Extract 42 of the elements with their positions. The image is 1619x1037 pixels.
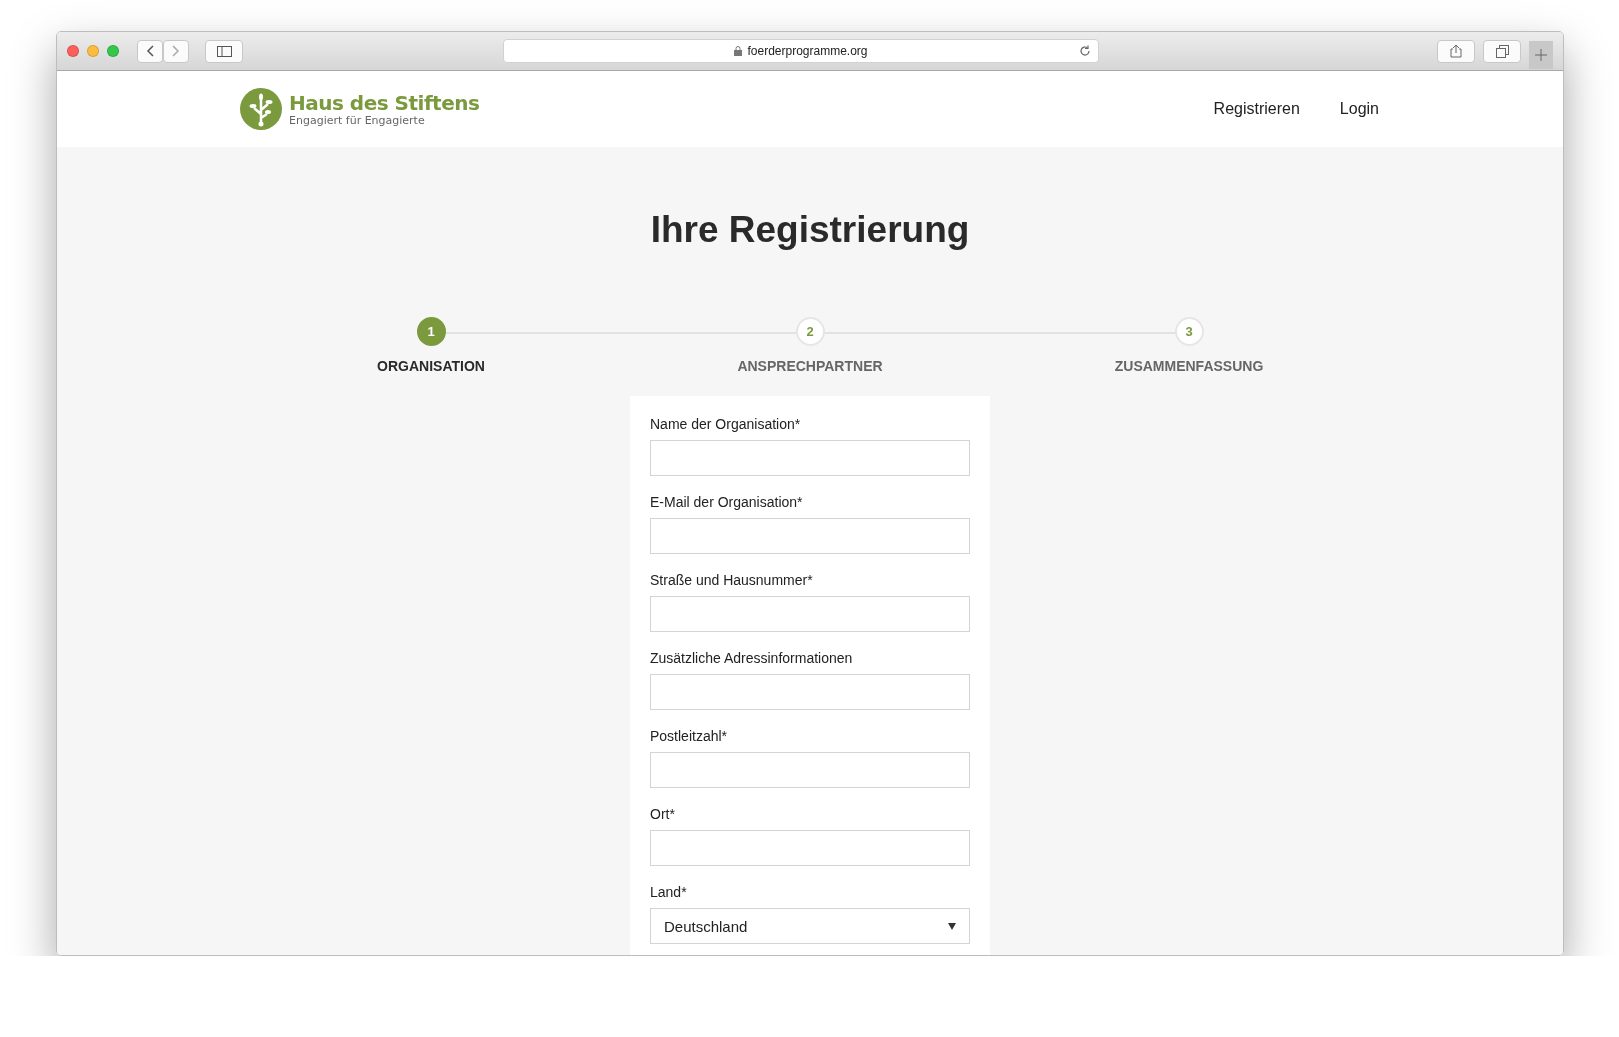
lock-icon	[734, 46, 743, 56]
back-button[interactable]	[137, 39, 163, 63]
page-title: Ihre Registrierung	[650, 209, 970, 251]
step-label: ORGANISATION	[377, 358, 485, 374]
tabs-icon	[1495, 44, 1509, 58]
caret-icon	[948, 922, 956, 930]
step-label: ZUSAMMENFASSUNG	[1114, 358, 1264, 374]
address-bar[interactable]: foerderprogramme.org	[503, 39, 1099, 63]
plus-icon	[1535, 49, 1547, 61]
input-field[interactable]	[650, 596, 970, 632]
chevron-left-icon	[146, 45, 154, 57]
share-button[interactable]	[1437, 39, 1475, 63]
logo-title: Haus des Stiftens	[289, 91, 480, 114]
input-field[interactable]	[650, 674, 970, 710]
field-label: Zusätzliche Adressinformationen	[650, 650, 854, 666]
chevron-right-icon	[172, 45, 180, 57]
sidebar-icon	[216, 45, 232, 57]
input-field[interactable]	[650, 752, 970, 788]
close-window-button[interactable]	[67, 45, 79, 57]
field-label: Name der Organisation*	[650, 416, 802, 432]
share-icon	[1450, 44, 1462, 58]
sidebar-button[interactable]	[205, 39, 243, 63]
forward-button[interactable]	[163, 39, 189, 63]
field-label: Ort*	[650, 806, 676, 822]
zoom-window-button[interactable]	[107, 45, 119, 57]
new-tab-button[interactable]	[1529, 41, 1553, 69]
minimize-window-button[interactable]	[87, 45, 99, 57]
logo-tagline: Engagiert für Engagierte	[289, 113, 426, 127]
nav-link[interactable]: Login	[1339, 100, 1379, 118]
field-label: Straße und Hausnummer*	[650, 572, 814, 588]
input-field[interactable]	[650, 518, 970, 554]
input-field[interactable]	[650, 830, 970, 866]
field-label: E-Mail der Organisation*	[650, 494, 804, 510]
select-field[interactable]: Deutschland	[650, 908, 970, 944]
field-label: Postleitzahl*	[650, 728, 729, 744]
step-label: ANSPRECHPARTNER	[737, 358, 883, 374]
input-field[interactable]	[650, 440, 970, 476]
tabs-button[interactable]	[1483, 39, 1521, 63]
field-label: Land*	[650, 884, 688, 900]
tree-logo-icon	[240, 88, 282, 130]
nav-link[interactable]: Registrieren	[1213, 100, 1300, 118]
reload-icon[interactable]	[1079, 45, 1091, 57]
